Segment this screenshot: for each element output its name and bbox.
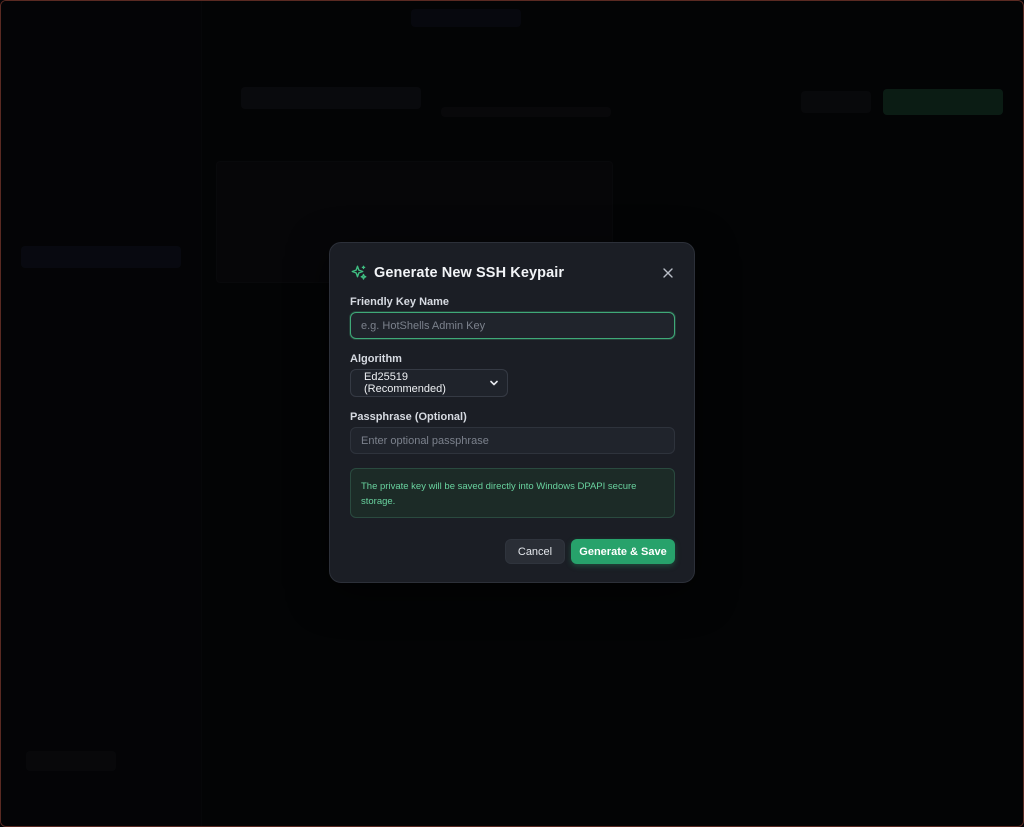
dpapi-info-text: The private key will be saved directly i… — [361, 481, 637, 507]
key-name-input[interactable] — [350, 312, 675, 339]
algorithm-select[interactable]: Ed25519 (Recommended) — [350, 369, 508, 397]
dpapi-info-notice: The private key will be saved directly i… — [350, 468, 675, 518]
generate-ssh-keypair-dialog: Generate New SSH Keypair Friendly Key Na… — [329, 242, 695, 583]
algorithm-label: Algorithm — [350, 353, 402, 365]
modal-header: Generate New SSH Keypair — [350, 263, 676, 283]
cancel-button[interactable]: Cancel — [505, 539, 565, 564]
key-name-label: Friendly Key Name — [350, 296, 450, 308]
passphrase-label: Passphrase (Optional) — [350, 411, 467, 423]
algorithm-selected-value: Ed25519 (Recommended) — [364, 371, 446, 395]
chevron-down-icon — [489, 378, 499, 388]
sparkle-icon — [350, 264, 368, 282]
passphrase-input[interactable] — [350, 427, 675, 454]
close-icon[interactable] — [660, 265, 676, 281]
generate-save-button[interactable]: Generate & Save — [571, 539, 675, 564]
modal-title: Generate New SSH Keypair — [374, 265, 565, 281]
